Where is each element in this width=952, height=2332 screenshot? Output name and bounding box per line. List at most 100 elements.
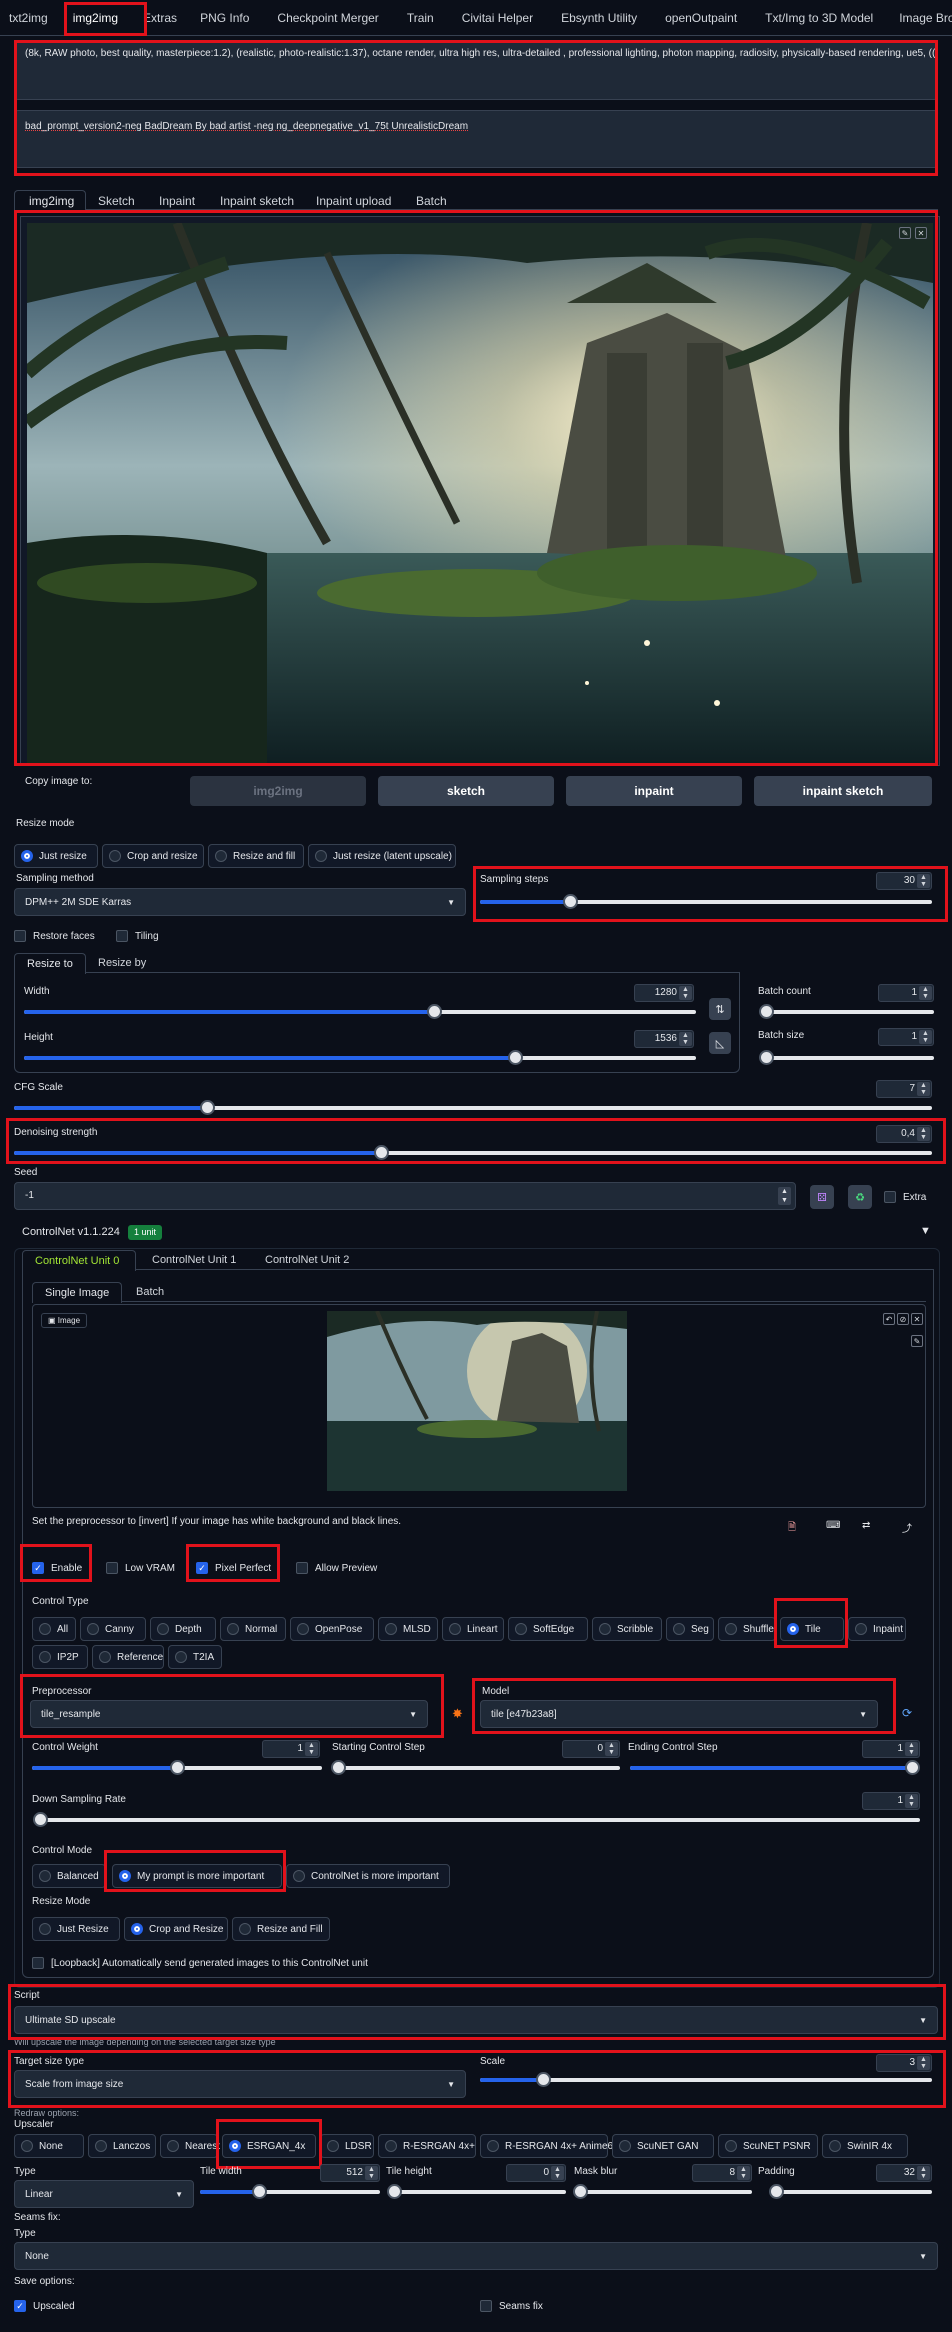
control-type-option[interactable]: Depth — [150, 1617, 216, 1641]
enable-checkbox[interactable]: ✓ Enable — [32, 1562, 82, 1574]
tile-width-slider[interactable] — [200, 2184, 380, 2199]
upscaler-option[interactable]: ScuNET GAN — [612, 2134, 714, 2158]
tab-train[interactable]: Train — [393, 0, 448, 36]
sampling-steps-input[interactable]: 30 ▲ ▼ — [876, 872, 932, 890]
stepper-icon[interactable]: ▲ ▼ — [551, 2166, 564, 2180]
tab-image-browser[interactable]: Image Browser — [887, 0, 952, 36]
tab-single-image[interactable]: Single Image — [32, 1282, 122, 1303]
tab-controlnet-unit-1[interactable]: ControlNet Unit 1 — [152, 1254, 236, 1266]
preprocessor-select[interactable]: tile_resample ▼ — [30, 1700, 428, 1728]
collapse-icon[interactable]: ▼ — [920, 1225, 931, 1237]
seed-input[interactable]: -1 ▲ ▼ — [14, 1182, 796, 1210]
stepper-icon[interactable]: ▲ ▼ — [905, 1742, 918, 1756]
edit-icon[interactable]: ✎ — [911, 1335, 923, 1347]
slider-handle[interactable] — [33, 1812, 48, 1827]
stepper-icon[interactable]: ▲ ▼ — [917, 874, 930, 888]
slider-handle[interactable] — [769, 2184, 784, 2199]
start-step-slider[interactable] — [331, 1760, 620, 1775]
upscaler-option[interactable]: ScuNET PSNR — [718, 2134, 818, 2158]
tab-extras[interactable]: Extras — [134, 0, 186, 36]
upscaler-option[interactable]: LDSR — [320, 2134, 374, 2158]
slider-handle[interactable] — [170, 1760, 185, 1775]
cfg-scale-slider[interactable] — [14, 1100, 932, 1115]
tab-img2img[interactable]: img2img — [57, 0, 134, 36]
controlnet-image-area[interactable]: ▣ Image ↶ ⊘ ✕ ✎ — [32, 1304, 926, 1508]
width-input[interactable]: 1280 ▲ ▼ — [634, 984, 694, 1002]
sampling-steps-slider[interactable] — [480, 894, 932, 909]
stepper-icon[interactable]: ▲ ▼ — [679, 1032, 692, 1046]
tab-mode-inpaint-sketch[interactable]: Inpaint sketch — [220, 194, 294, 208]
restore-faces-checkbox[interactable]: Restore faces — [14, 930, 95, 942]
tab-civitai-helper[interactable]: Civitai Helper — [448, 0, 547, 36]
stepper-icon[interactable]: ▲ ▼ — [917, 1082, 930, 1096]
upscaler-option[interactable]: SwinIR 4x — [822, 2134, 908, 2158]
stepper-icon[interactable]: ▲ ▼ — [919, 986, 932, 1000]
low-vram-checkbox[interactable]: Low VRAM — [106, 1562, 175, 1574]
cfg-scale-input[interactable]: 7 ▲ ▼ — [876, 1080, 932, 1098]
end-step-input[interactable]: 1 ▲ ▼ — [862, 1740, 920, 1758]
stepper-icon[interactable]: ▲ ▼ — [679, 986, 692, 1000]
control-type-option[interactable]: Tile — [780, 1617, 844, 1641]
upscaler-option[interactable]: None — [14, 2134, 84, 2158]
type-select[interactable]: Linear ▼ — [14, 2180, 194, 2208]
stepper-icon[interactable]: ▲ ▼ — [737, 2166, 750, 2180]
swap-dimensions-icon[interactable]: ⇅ — [709, 998, 731, 1020]
tab-mode-batch[interactable]: Batch — [416, 194, 447, 208]
height-input[interactable]: 1536 ▲ ▼ — [634, 1030, 694, 1048]
tile-width-input[interactable]: 512 ▲ ▼ — [320, 2164, 380, 2182]
cn-resize-crop-and-resize[interactable]: Crop and Resize — [124, 1917, 228, 1941]
seed-extra-checkbox[interactable]: Extra — [884, 1191, 926, 1203]
tab-controlnet-unit-0[interactable]: ControlNet Unit 0 — [22, 1250, 136, 1271]
resize-just-resize[interactable]: Just resize — [14, 844, 98, 868]
slider-handle[interactable] — [759, 1050, 774, 1065]
tab-mode-inpaint-upload[interactable]: Inpaint upload — [316, 194, 391, 208]
down-sampling-input[interactable]: 1 ▲ ▼ — [862, 1792, 920, 1810]
slider-handle[interactable] — [331, 1760, 346, 1775]
upscaler-option[interactable]: R-ESRGAN 4x+ — [378, 2134, 476, 2158]
stepper-icon[interactable]: ▲ ▼ — [605, 1742, 618, 1756]
control-type-option[interactable]: Canny — [80, 1617, 146, 1641]
webcam-icon[interactable]: ⌨ — [826, 1520, 840, 1531]
target-size-select[interactable]: Scale from image size ▼ — [14, 2070, 466, 2098]
close-icon[interactable]: ✕ — [915, 227, 927, 239]
loopback-checkbox[interactable]: [Loopback] Automatically send generated … — [32, 1957, 368, 1969]
allow-preview-checkbox[interactable]: Allow Preview — [296, 1562, 377, 1574]
negative-prompt-input[interactable]: bad_prompt_version2-neg BadDream By bad … — [14, 110, 938, 168]
slider-handle[interactable] — [573, 2184, 588, 2199]
slider-handle[interactable] — [563, 894, 579, 909]
aspect-ratio-icon[interactable]: ◺ — [709, 1032, 731, 1054]
padding-slider[interactable] — [769, 2184, 932, 2199]
new-canvas-icon[interactable]: 🗎 — [788, 1520, 796, 1537]
close-icon[interactable]: ✕ — [911, 1313, 923, 1325]
control-weight-slider[interactable] — [32, 1760, 322, 1775]
copy-to-inpaint-button[interactable]: inpaint — [566, 776, 742, 806]
clear-icon[interactable]: ⊘ — [897, 1313, 909, 1325]
cn-resize-just-resize[interactable]: Just Resize — [32, 1917, 120, 1941]
slider-handle[interactable] — [387, 2184, 402, 2199]
end-step-slider[interactable] — [630, 1760, 920, 1775]
tab-mode-inpaint[interactable]: Inpaint — [159, 194, 195, 208]
stepper-icon[interactable]: ▲ ▼ — [917, 1127, 930, 1141]
control-type-option[interactable]: Seg — [666, 1617, 714, 1641]
scale-input[interactable]: 3 ▲ ▼ — [876, 2054, 932, 2072]
stepper-icon[interactable]: ▲ ▼ — [917, 2166, 930, 2180]
image-upload-area[interactable]: ✎ ✕ — [20, 216, 940, 766]
slider-handle[interactable] — [374, 1145, 390, 1160]
mirror-icon[interactable]: ⇄ — [862, 1520, 870, 1531]
stepper-icon[interactable]: ▲ ▼ — [919, 1030, 932, 1044]
control-type-option[interactable]: OpenPose — [290, 1617, 374, 1641]
stepper-icon[interactable]: ▲ ▼ — [917, 2056, 930, 2070]
slider-handle[interactable] — [905, 1760, 920, 1775]
upscaler-option[interactable]: Lanczos — [88, 2134, 156, 2158]
slider-handle[interactable] — [252, 2184, 268, 2199]
control-type-option[interactable]: Normal — [220, 1617, 286, 1641]
slider-handle[interactable] — [507, 1050, 523, 1065]
resize-resize-and-fill[interactable]: Resize and fill — [208, 844, 304, 868]
run-preprocessor-icon[interactable]: ✸ — [452, 1706, 463, 1722]
tile-height-input[interactable]: 0 ▲ ▼ — [506, 2164, 566, 2182]
start-step-input[interactable]: 0 ▲ ▼ — [562, 1740, 620, 1758]
tab-mode-img2img[interactable]: img2img — [14, 190, 86, 211]
denoising-input[interactable]: 0,4 ▲ ▼ — [876, 1125, 932, 1143]
stepper-icon[interactable]: ▲ ▼ — [778, 1187, 791, 1205]
tab-mode-sketch[interactable]: Sketch — [98, 194, 135, 208]
